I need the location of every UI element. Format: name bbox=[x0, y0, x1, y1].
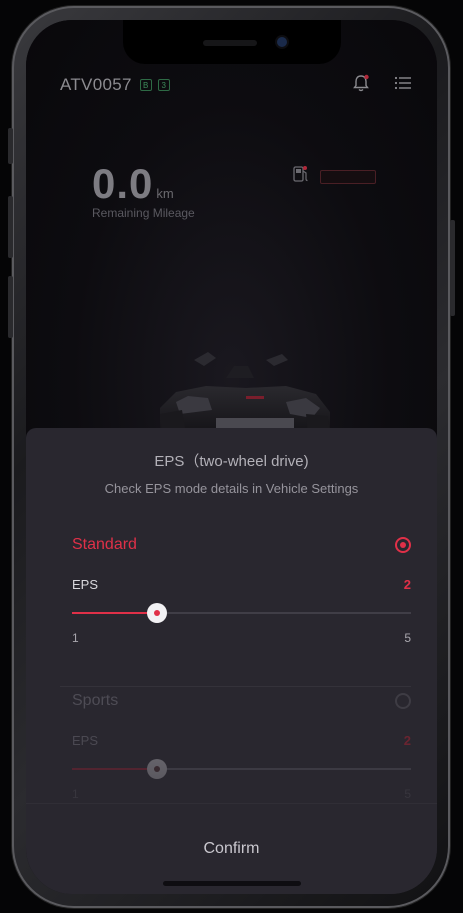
eps-label: EPS bbox=[72, 577, 99, 592]
vehicle-dashboard: ATV0057 B 3 0.0 km Remaining Mileage bbox=[26, 20, 437, 440]
mode-sports[interactable]: Sports EPS 2 1 5 bbox=[72, 692, 411, 805]
bell-icon[interactable] bbox=[351, 73, 371, 98]
eps-row: EPS 2 bbox=[72, 733, 411, 753]
eps-value: 2 bbox=[403, 577, 411, 592]
slider-thumb[interactable] bbox=[146, 759, 167, 779]
front-camera bbox=[276, 37, 287, 47]
volume-down-button bbox=[8, 276, 13, 338]
eps-slider[interactable] bbox=[72, 757, 411, 781]
stage: ATV0057 B 3 0.0 km Remaining Mileage EPS… bbox=[0, 0, 463, 913]
app-header: ATV0057 B 3 bbox=[60, 72, 413, 98]
confirm-bar: Confirm bbox=[26, 803, 437, 894]
remaining-mileage: 0.0 km Remaining Mileage bbox=[92, 160, 212, 220]
mileage-unit: km bbox=[156, 186, 174, 201]
signal-badge: 3 bbox=[157, 79, 170, 91]
notch bbox=[122, 20, 341, 64]
volume-up-button bbox=[8, 196, 13, 258]
fuel-icon bbox=[292, 164, 310, 189]
header-actions bbox=[351, 73, 413, 98]
mileage-label: Remaining Mileage bbox=[92, 206, 195, 220]
device-name: ATV0057 bbox=[60, 75, 132, 94]
scale-min: 1 bbox=[72, 631, 79, 645]
eps-slider[interactable] bbox=[72, 601, 411, 625]
slider-scale: 1 5 bbox=[72, 631, 411, 649]
mode-header: Sports bbox=[72, 692, 411, 714]
confirm-button[interactable]: Confirm bbox=[26, 840, 437, 858]
slider-fill bbox=[72, 612, 157, 614]
mode-radio-standard[interactable] bbox=[395, 537, 411, 553]
sheet-subtitle: Check EPS mode details in Vehicle Settin… bbox=[104, 481, 359, 496]
mode-header: Standard bbox=[72, 536, 411, 558]
scale-max: 5 bbox=[404, 631, 411, 645]
eps-row: EPS 2 bbox=[72, 577, 411, 597]
atv-vehicle-image bbox=[116, 330, 356, 440]
home-indicator bbox=[162, 881, 301, 886]
bluetooth-badge: B bbox=[139, 79, 152, 91]
sheet-title: EPS（two-wheel drive) bbox=[154, 453, 309, 470]
scale-min: 1 bbox=[72, 787, 79, 801]
mode-standard[interactable]: Standard EPS 2 1 5 bbox=[72, 536, 411, 649]
menu-icon[interactable] bbox=[393, 73, 413, 98]
mileage-value: 0.0 bbox=[92, 160, 154, 207]
silent-switch bbox=[8, 128, 13, 164]
scale-max: 5 bbox=[404, 787, 411, 801]
mode-name: Standard bbox=[72, 536, 137, 553]
eps-value: 2 bbox=[403, 733, 411, 748]
phone-screen: ATV0057 B 3 0.0 km Remaining Mileage EPS… bbox=[26, 20, 437, 894]
eps-mode-sheet: EPS（two-wheel drive) Check EPS mode deta… bbox=[26, 428, 437, 894]
speaker-grille bbox=[202, 40, 257, 46]
mode-radio-sports[interactable] bbox=[395, 693, 411, 709]
power-button bbox=[450, 220, 455, 316]
eps-label: EPS bbox=[72, 733, 99, 748]
fuel-gauge bbox=[292, 164, 376, 189]
slider-thumb[interactable] bbox=[146, 603, 167, 623]
slider-fill bbox=[72, 768, 157, 770]
mode-divider bbox=[60, 686, 411, 687]
fuel-level-bar bbox=[320, 169, 376, 184]
mode-name: Sports bbox=[72, 692, 119, 709]
